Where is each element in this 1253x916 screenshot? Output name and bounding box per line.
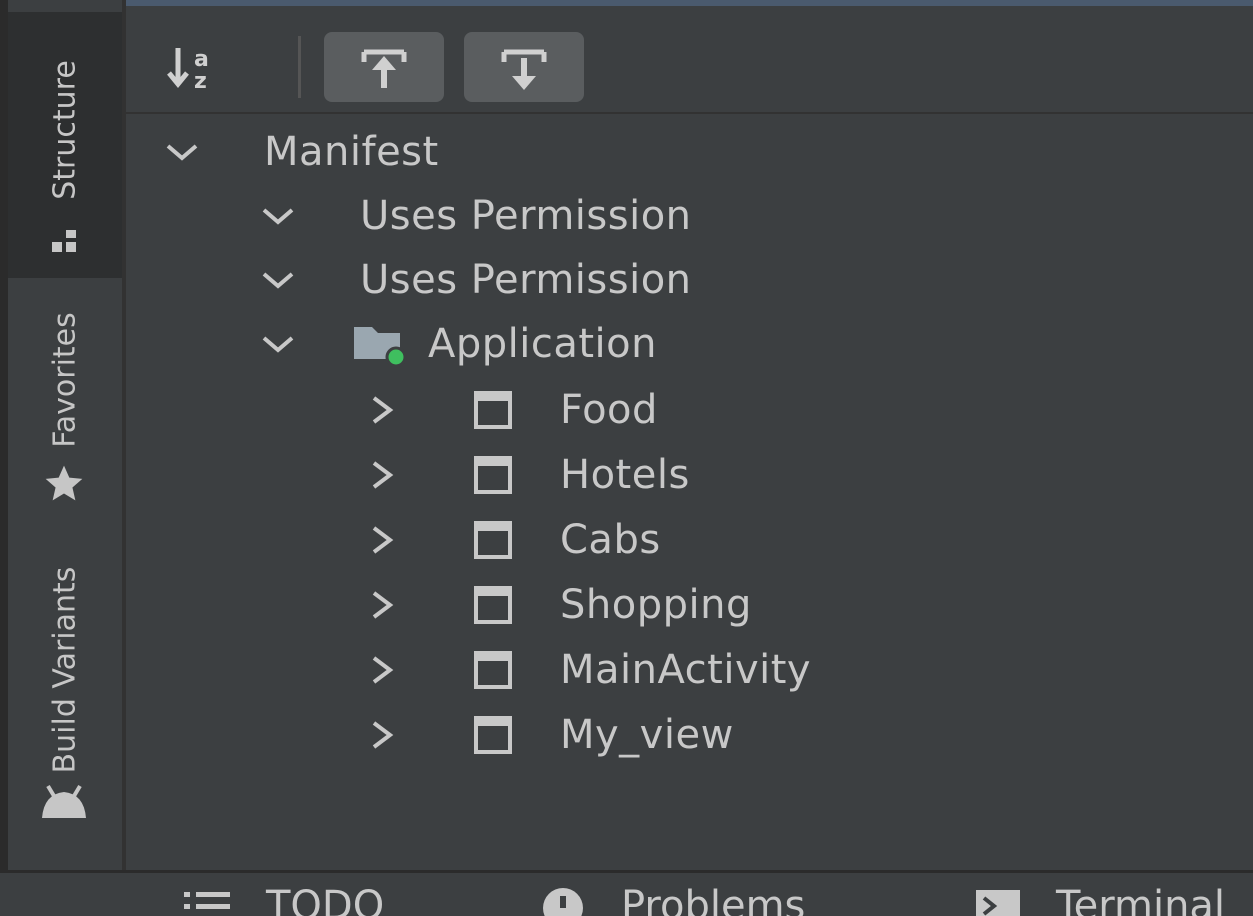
tree-node-label: Food <box>560 387 658 433</box>
structure-icon <box>52 230 76 252</box>
sort-alphabetically-button[interactable]: a z <box>156 32 226 102</box>
tool-window-sidebar: Structure Favorites Build Variants <box>8 0 126 870</box>
folder-icon <box>354 327 407 368</box>
sort-az-icon: a z <box>167 47 209 94</box>
tree-node-activity[interactable]: Shopping <box>362 573 752 637</box>
chevron-right-icon[interactable] <box>362 650 402 690</box>
tree-node-application[interactable]: Application <box>258 312 657 376</box>
tree-node-label: Uses Permission <box>360 193 692 239</box>
problems-icon <box>543 888 583 916</box>
tree-node-label: My_view <box>560 712 734 758</box>
chevron-right-icon[interactable] <box>362 715 402 755</box>
tree-node-label: MainActivity <box>560 647 812 693</box>
window-icon <box>474 521 512 559</box>
star-icon <box>45 465 83 501</box>
window-icon <box>474 391 512 429</box>
chevron-down-icon[interactable] <box>258 260 298 300</box>
tree-node-label: Cabs <box>560 517 661 563</box>
chevron-down-icon[interactable] <box>258 324 298 364</box>
chevron-right-icon[interactable] <box>362 585 402 625</box>
collapse-down-icon <box>501 49 547 90</box>
sidebar-tab-label: Favorites <box>47 312 83 448</box>
window-icon <box>474 586 512 624</box>
android-icon <box>42 784 86 818</box>
expand-up-icon <box>361 49 407 88</box>
window-icon <box>474 651 512 689</box>
todo-tab-label: TODO <box>266 883 385 916</box>
chevron-down-icon[interactable] <box>258 196 298 236</box>
tree-node-label: Application <box>428 321 657 367</box>
tree-node-label: Shopping <box>560 582 752 628</box>
tree-node-label: Manifest <box>264 129 439 175</box>
problems-tab[interactable]: Problems <box>535 883 805 916</box>
terminal-tab[interactable]: Terminal <box>970 883 1225 916</box>
problems-tab-label: Problems <box>621 883 806 916</box>
terminal-tab-label: Terminal <box>1056 883 1226 916</box>
tree-node-label: Uses Permission <box>360 257 692 303</box>
chevron-right-icon[interactable] <box>362 520 402 560</box>
tree-node-activity[interactable]: Food <box>362 378 658 442</box>
tree-node-activity[interactable]: MainActivity <box>362 638 811 702</box>
terminal-icon <box>976 890 1020 916</box>
bottom-tool-bar: TODO Problems Terminal <box>0 870 1253 916</box>
sidebar-tab-label: Structure <box>47 60 83 200</box>
collapse-all-button[interactable] <box>464 32 584 102</box>
window-icon <box>474 456 512 494</box>
list-icon <box>184 892 230 909</box>
tree-node-manifest[interactable]: Manifest <box>162 120 439 184</box>
todo-tab[interactable]: TODO <box>180 883 384 916</box>
window-edge <box>0 0 8 870</box>
chevron-right-icon[interactable] <box>362 390 402 430</box>
tree-node-uses-permission[interactable]: Uses Permission <box>258 184 692 248</box>
window-icon <box>474 716 512 754</box>
svg-text:z: z <box>194 69 207 94</box>
chevron-right-icon[interactable] <box>362 455 402 495</box>
window-header-strip <box>126 0 1253 22</box>
structure-tree: Manifest Uses Permission Uses Permission… <box>126 112 1253 870</box>
tree-node-uses-permission[interactable]: Uses Permission <box>258 248 692 312</box>
chevron-down-icon[interactable] <box>162 132 202 172</box>
structure-toolbar: a z <box>126 22 1253 114</box>
tree-node-activity[interactable]: My_view <box>362 703 734 767</box>
tree-node-activity[interactable]: Cabs <box>362 508 661 572</box>
sidebar-tab-build-variants[interactable]: Build Variants <box>8 540 122 840</box>
sidebar-tab-favorites[interactable]: Favorites <box>8 290 122 520</box>
expand-all-button[interactable] <box>324 32 444 102</box>
tree-node-label: Hotels <box>560 452 690 498</box>
tree-node-activity[interactable]: Hotels <box>362 443 690 507</box>
sidebar-tab-structure[interactable]: Structure <box>8 12 122 278</box>
sidebar-tab-label: Build Variants <box>47 566 83 774</box>
toolbar-separator <box>298 36 301 98</box>
